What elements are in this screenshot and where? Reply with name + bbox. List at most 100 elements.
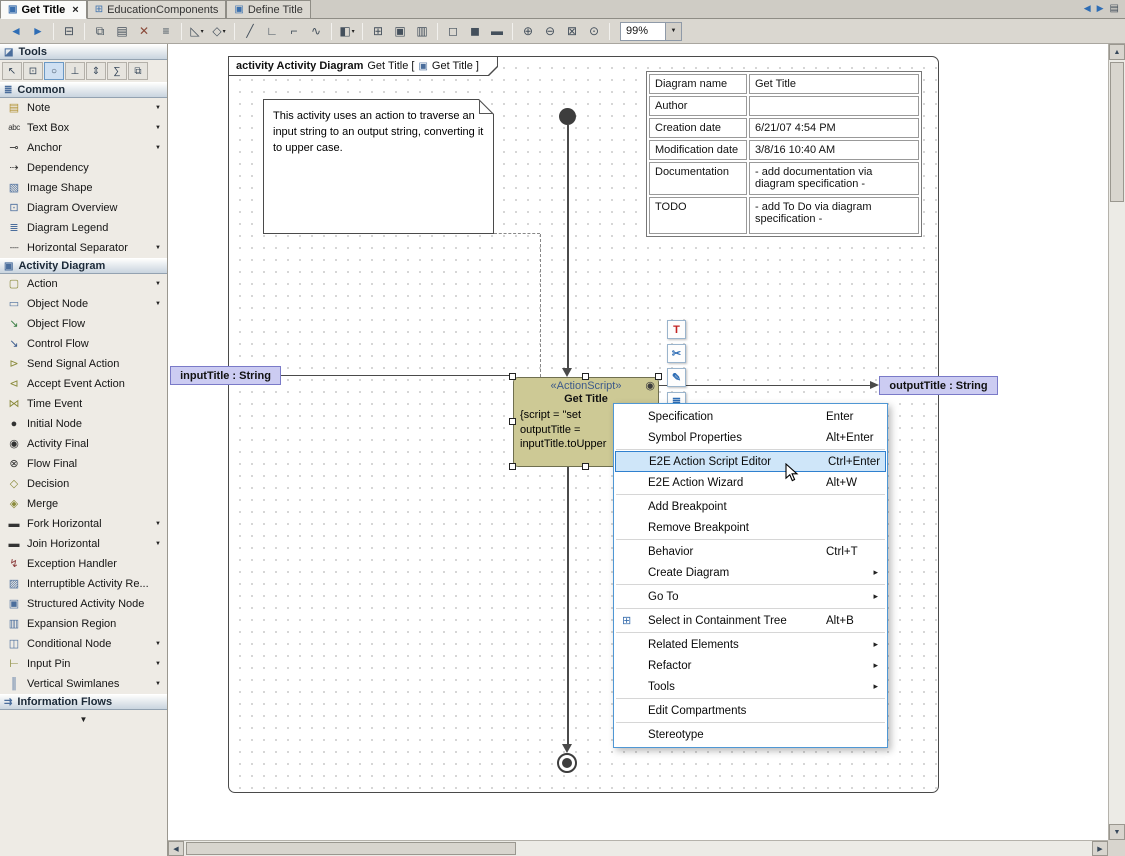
- anchor-tool-button[interactable]: ⊥: [65, 62, 85, 80]
- scroll-right-icon[interactable]: ▶: [1092, 841, 1108, 856]
- copy-button[interactable]: ⧉: [89, 21, 111, 42]
- menu-item-create-diagram[interactable]: Create Diagram▸: [614, 562, 887, 583]
- cut-tool-button[interactable]: ✂: [667, 344, 686, 363]
- input-pin-label[interactable]: inputTitle : String: [170, 366, 281, 385]
- distribute-tool-button[interactable]: ⇕: [86, 62, 106, 80]
- palette-more-icon[interactable]: ▼: [0, 710, 167, 724]
- selection-handle[interactable]: [509, 373, 516, 380]
- palette-item-activity-final[interactable]: ◉Activity Final: [0, 434, 167, 454]
- palette-item-text-box[interactable]: abcText Box▼: [0, 118, 167, 138]
- forward-button[interactable]: ►: [27, 21, 49, 42]
- box-select-tool-button[interactable]: ⊡: [23, 62, 43, 80]
- collapse-button[interactable]: ▬: [486, 21, 508, 42]
- palette-item-diagram-legend[interactable]: ≣Diagram Legend: [0, 218, 167, 238]
- zoom-in-button[interactable]: ⊕: [517, 21, 539, 42]
- align-shapes-button[interactable]: ◺▾: [186, 21, 208, 42]
- palette-item-time-event[interactable]: ⋈Time Event: [0, 394, 167, 414]
- palette-item-flow-final[interactable]: ⊗Flow Final: [0, 454, 167, 474]
- vertical-scroll-thumb[interactable]: [1110, 62, 1124, 202]
- palette-item-dependency[interactable]: ⇢Dependency: [0, 158, 167, 178]
- palette-item-anchor[interactable]: ⊸Anchor▼: [0, 138, 167, 158]
- palette-item-initial-node[interactable]: ●Initial Node: [0, 414, 167, 434]
- palette-item-horizontal-separator[interactable]: ----Horizontal Separator▼: [0, 238, 167, 258]
- scroll-down-icon[interactable]: ▼: [1109, 824, 1125, 840]
- menu-item-symbol-properties[interactable]: Symbol PropertiesAlt+Enter: [614, 427, 887, 448]
- scroll-up-icon[interactable]: ▲: [1109, 44, 1125, 60]
- section-header-common[interactable]: ≣Common: [0, 82, 167, 98]
- control-flow-line[interactable]: [567, 467, 569, 744]
- menu-item-e2e-action-script-editor[interactable]: E2E Action Script EditorCtrl+Enter: [615, 451, 886, 472]
- vertical-scrollbar[interactable]: ▲ ▼: [1108, 44, 1125, 840]
- output-flow-line[interactable]: [659, 385, 871, 386]
- palette-item-decision[interactable]: ◇Decision: [0, 474, 167, 494]
- oblique-path-button[interactable]: ╱: [239, 21, 261, 42]
- edit-script-button[interactable]: ✎: [667, 368, 686, 387]
- menu-item-related-elements[interactable]: Related Elements▸: [614, 634, 887, 655]
- input-pin-connector-line[interactable]: [281, 375, 513, 376]
- palette-item-object-flow[interactable]: ↘Object Flow: [0, 314, 167, 334]
- palette-item-diagram-overview[interactable]: ⊡Diagram Overview: [0, 198, 167, 218]
- palette-item-interruptible-activity-re[interactable]: ▨Interruptible Activity Re...: [0, 574, 167, 594]
- palette-item-input-pin[interactable]: ⊢Input Pin▼: [0, 654, 167, 674]
- menu-item-stereotype[interactable]: Stereotype: [614, 724, 887, 745]
- draw-shape-button[interactable]: ◇▾: [208, 21, 230, 42]
- rectilinear-path-button[interactable]: ∟: [261, 21, 283, 42]
- diagram-canvas[interactable]: activity Activity Diagram Get Title [ ▣ …: [168, 44, 1108, 840]
- maximize-button[interactable]: ◼: [464, 21, 486, 42]
- select-tool-button[interactable]: ↖: [2, 62, 22, 80]
- rounded-path-button[interactable]: ⌐: [283, 21, 305, 42]
- tab-define-title[interactable]: ▣Define Title: [226, 0, 310, 18]
- horizontal-scrollbar[interactable]: ◀ ▶: [168, 840, 1108, 856]
- palette-item-fork-horizontal[interactable]: ▬Fork Horizontal▼: [0, 514, 167, 534]
- palette-item-join-horizontal[interactable]: ▬Join Horizontal▼: [0, 534, 167, 554]
- filter-tool-button[interactable]: ∑: [107, 62, 127, 80]
- menu-item-go-to[interactable]: Go To▸: [614, 586, 887, 607]
- palette-item-conditional-node[interactable]: ◫Conditional Node▼: [0, 634, 167, 654]
- menu-item-add-breakpoint[interactable]: Add Breakpoint: [614, 496, 887, 517]
- containment-tree-button[interactable]: ⊟: [58, 21, 80, 42]
- selection-handle[interactable]: [582, 463, 589, 470]
- initial-node[interactable]: [559, 108, 576, 125]
- show-grid-button[interactable]: ⊞: [367, 21, 389, 42]
- activity-final-node[interactable]: [557, 753, 577, 773]
- scroll-left-icon[interactable]: ◀: [168, 841, 184, 856]
- palette-item-vertical-swimlanes[interactable]: ║Vertical Swimlanes▼: [0, 674, 167, 694]
- tab-list-icon[interactable]: ▤: [1110, 3, 1119, 14]
- control-flow-line[interactable]: [567, 125, 569, 369]
- snap-grid-button[interactable]: ▣: [389, 21, 411, 42]
- symbol-style-button[interactable]: ◧▾: [336, 21, 358, 42]
- fit-in-window-button[interactable]: ⊠: [561, 21, 583, 42]
- menu-item-specification[interactable]: SpecificationEnter: [614, 406, 887, 427]
- selection-handle[interactable]: [655, 373, 662, 380]
- spline-path-button[interactable]: ∿: [305, 21, 327, 42]
- text-tool-button[interactable]: T: [667, 320, 686, 339]
- delete-button[interactable]: ✕: [133, 21, 155, 42]
- palette-item-expansion-region[interactable]: ▥Expansion Region: [0, 614, 167, 634]
- menu-item-refactor[interactable]: Refactor▸: [614, 655, 887, 676]
- selection-handle[interactable]: [509, 418, 516, 425]
- action-script-icon[interactable]: ◉: [645, 381, 655, 392]
- palette-item-control-flow[interactable]: ↘Control Flow: [0, 334, 167, 354]
- palette-item-structured-activity-node[interactable]: ▣Structured Activity Node: [0, 594, 167, 614]
- back-button[interactable]: ◄: [5, 21, 27, 42]
- menu-item-edit-compartments[interactable]: Edit Compartments: [614, 700, 887, 721]
- note-shape[interactable]: This activity uses an action to traverse…: [263, 99, 494, 234]
- palette-item-send-signal-action[interactable]: ⊳Send Signal Action: [0, 354, 167, 374]
- menu-item-e2e-action-wizard[interactable]: E2E Action WizardAlt+W: [614, 472, 887, 493]
- cascade-tool-button[interactable]: ⧉: [128, 62, 148, 80]
- output-pin-label[interactable]: outputTitle : String: [879, 376, 998, 395]
- palette-item-merge[interactable]: ◈Merge: [0, 494, 167, 514]
- next-tab-icon[interactable]: ▶: [1097, 3, 1104, 14]
- palette-item-accept-event-action[interactable]: ⊲Accept Event Action: [0, 374, 167, 394]
- zoom-1-1-button[interactable]: ⊙: [583, 21, 605, 42]
- zoom-out-button[interactable]: ⊖: [539, 21, 561, 42]
- menu-item-remove-breakpoint[interactable]: Remove Breakpoint: [614, 517, 887, 538]
- show-rulers-button[interactable]: ▥: [411, 21, 433, 42]
- palette-item-image-shape[interactable]: ▧Image Shape: [0, 178, 167, 198]
- palette-item-action[interactable]: ▢Action▼: [0, 274, 167, 294]
- selection-handle[interactable]: [582, 373, 589, 380]
- palette-item-object-node[interactable]: ▭Object Node▼: [0, 294, 167, 314]
- palette-item-exception-handler[interactable]: ↯Exception Handler: [0, 554, 167, 574]
- horizontal-scroll-thumb[interactable]: [186, 842, 516, 855]
- menu-item-select-in-containment-tree[interactable]: ⊞Select in Containment TreeAlt+B: [614, 610, 887, 631]
